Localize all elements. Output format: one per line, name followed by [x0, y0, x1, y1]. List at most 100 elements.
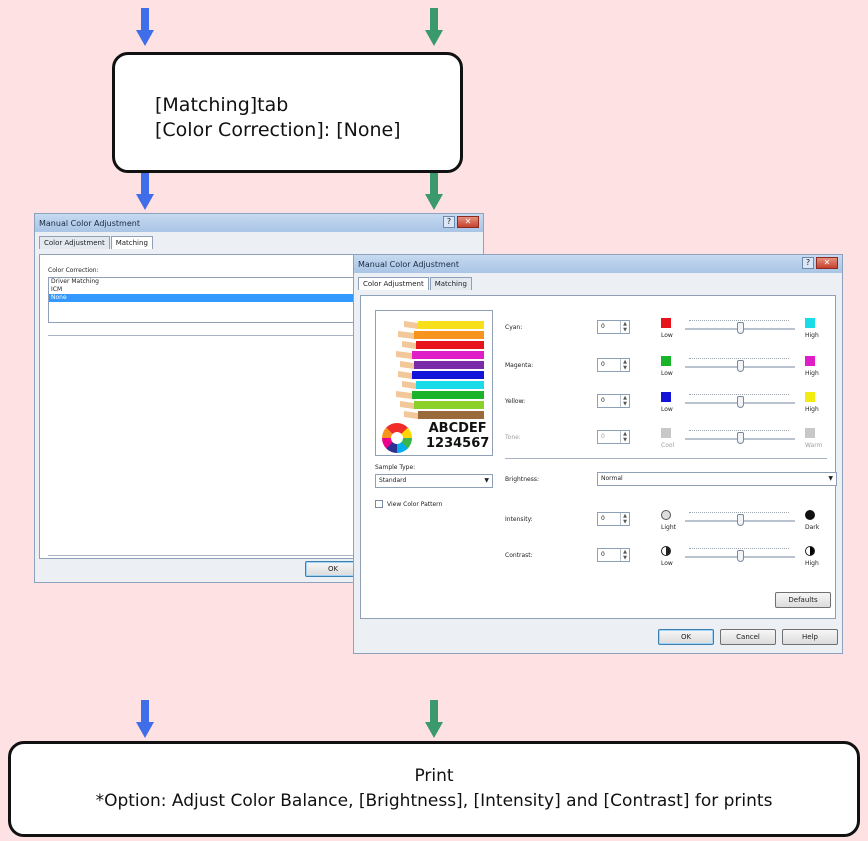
window-title: Manual Color Adjustment — [358, 259, 459, 269]
dark-label: Dark — [805, 524, 820, 531]
intensity-label: Intensity: — [505, 516, 533, 523]
cool-swatch — [661, 428, 671, 438]
low-label: Low — [661, 406, 673, 413]
slider-label-magenta: Magenta: — [505, 362, 534, 369]
high-magenta-swatch — [805, 356, 815, 366]
dark-icon — [805, 510, 815, 520]
sample-type-select[interactable]: Standard ▼ — [375, 474, 493, 488]
color-adjustment-panel: ABCDEF 1234567 Sample Type: Standard ▼ V… — [360, 295, 837, 619]
slider-label-yellow: Yellow: — [505, 398, 526, 405]
matching-step-box: [Matching]tab [Color Correction]: [None] — [112, 52, 463, 173]
chevron-down-icon: ▼ — [828, 475, 833, 482]
tone-value: 0 — [601, 433, 605, 440]
contrast-spinbox[interactable]: 0 ▲ ▼ — [597, 548, 630, 562]
arrow-down-green-1 — [425, 8, 443, 46]
arrow-down-green-3 — [425, 700, 443, 738]
sample-text: ABCDEF 1234567 — [426, 421, 489, 451]
tone-slider-thumb — [737, 432, 744, 444]
yellow-spinbox[interactable]: 0 ▲ ▼ — [597, 394, 630, 408]
yellow-value: 0 — [601, 397, 605, 404]
high-label: Warm — [805, 442, 823, 449]
cyan-value: 0 — [601, 323, 605, 330]
slider-label-cyan: Cyan: — [505, 324, 523, 331]
print-step-line1: Print — [414, 766, 454, 786]
ok-button[interactable]: OK — [658, 629, 714, 645]
intensity-slider-thumb[interactable] — [737, 514, 744, 526]
matching-step-line2: [Color Correction]: [None] — [155, 119, 401, 141]
color-wheel-icon — [382, 423, 412, 453]
help-icon[interactable]: ? — [443, 216, 455, 228]
sample-type-value: Standard — [379, 477, 407, 484]
magenta-spinbox[interactable]: 0 ▲ ▼ — [597, 358, 630, 372]
matching-step-line1: [Matching]tab — [155, 94, 289, 116]
print-step-box: Print *Option: Adjust Color Balance, [Br… — [8, 741, 860, 837]
window-titlebar: Manual Color Adjustment — [35, 214, 483, 232]
contrast-label: Contrast: — [505, 552, 533, 559]
tab-bar: Color Adjustment Matching — [354, 273, 842, 290]
spin-arrows-icon[interactable]: ▲ ▼ — [620, 321, 629, 333]
high-label: High — [805, 370, 819, 377]
help-button[interactable]: Help — [782, 629, 838, 645]
sample-type-label: Sample Type: — [375, 464, 416, 471]
brightness-select[interactable]: Normal ▼ — [597, 472, 837, 486]
brightness-label: Brightness: — [505, 476, 539, 483]
low-label: Cool — [661, 442, 675, 449]
cancel-button[interactable]: Cancel — [720, 629, 776, 645]
chevron-down-icon: ▼ — [484, 477, 489, 484]
low-magenta-swatch — [661, 356, 671, 366]
close-icon[interactable]: ✕ — [457, 216, 479, 228]
low-label: Low — [661, 370, 673, 377]
arrow-down-green-2 — [425, 172, 443, 210]
low-contrast-icon — [661, 546, 671, 556]
brightness-value: Normal — [601, 475, 623, 482]
spin-arrows-icon: ▲ ▼ — [620, 431, 629, 443]
cyan-slider-thumb[interactable] — [737, 322, 744, 334]
yellow-slider-thumb[interactable] — [737, 396, 744, 408]
defaults-button[interactable]: Defaults — [775, 592, 831, 608]
tab-matching[interactable]: Matching — [110, 236, 153, 249]
high-yellow-swatch — [805, 392, 815, 402]
sample-text-numbers: 1234567 — [426, 436, 490, 451]
high-cyan-swatch — [805, 318, 815, 328]
contrast-slider-thumb[interactable] — [737, 550, 744, 562]
arrow-down-blue-1 — [136, 8, 154, 46]
tab-color-adjustment[interactable]: Color Adjustment — [39, 236, 110, 249]
slider-label-tone: Tone: — [505, 434, 521, 441]
window-title: Manual Color Adjustment — [39, 218, 140, 228]
view-color-pattern-label: View Color Pattern — [387, 501, 443, 508]
cyan-spinbox[interactable]: 0 ▲ ▼ — [597, 320, 630, 334]
color-pencils-image — [396, 321, 484, 419]
intensity-value: 0 — [601, 515, 605, 522]
low-cyan-swatch — [661, 318, 671, 328]
sample-text-letters: ABCDEF — [428, 421, 487, 436]
high-label: High — [805, 406, 819, 413]
spin-arrows-icon[interactable]: ▲ ▼ — [620, 359, 629, 371]
high-label: High — [805, 332, 819, 339]
close-icon[interactable]: ✕ — [816, 257, 838, 269]
light-icon — [661, 510, 671, 520]
view-color-pattern-checkbox[interactable] — [375, 500, 383, 508]
low-yellow-swatch — [661, 392, 671, 402]
magenta-slider-thumb[interactable] — [737, 360, 744, 372]
divider — [505, 458, 827, 459]
spin-arrows-icon[interactable]: ▲ ▼ — [620, 513, 629, 525]
high-contrast-icon — [805, 546, 815, 556]
low-label: Low — [661, 560, 673, 567]
magenta-value: 0 — [601, 361, 605, 368]
help-icon[interactable]: ? — [802, 257, 814, 269]
color-correction-label: Color Correction: — [48, 267, 99, 274]
spin-arrows-icon[interactable]: ▲ ▼ — [620, 395, 629, 407]
arrow-down-blue-3 — [136, 700, 154, 738]
high-label: High — [805, 560, 819, 567]
window-titlebar: Manual Color Adjustment — [354, 255, 842, 273]
warm-swatch — [805, 428, 815, 438]
intensity-spinbox[interactable]: 0 ▲ ▼ — [597, 512, 630, 526]
contrast-value: 0 — [601, 551, 605, 558]
arrow-down-blue-2 — [136, 172, 154, 210]
sample-preview: ABCDEF 1234567 — [375, 310, 493, 456]
tab-matching[interactable]: Matching — [429, 277, 472, 290]
tab-bar: Color Adjustment Matching — [35, 232, 483, 249]
spin-arrows-icon[interactable]: ▲ ▼ — [620, 549, 629, 561]
tab-color-adjustment[interactable]: Color Adjustment — [358, 277, 429, 290]
tone-spinbox: 0 ▲ ▼ — [597, 430, 630, 444]
